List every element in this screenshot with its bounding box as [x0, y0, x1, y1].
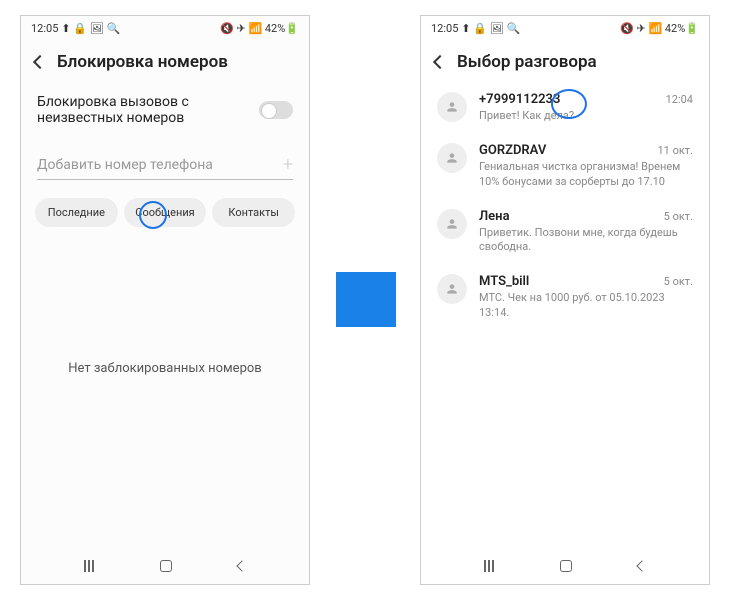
source-chips: Последние Сообщения Контакты	[21, 184, 309, 241]
header: Выбор разговора	[421, 40, 709, 82]
back-icon[interactable]	[33, 55, 47, 69]
conversation-preview: Привет! Как дела?	[479, 109, 693, 123]
status-time: 12:05	[431, 22, 458, 35]
add-number-input[interactable]: Добавить номер телефона +	[37, 154, 293, 180]
nav-recent-icon[interactable]	[484, 560, 494, 572]
conversation-time: 5 окт.	[664, 210, 693, 223]
conversation-preview: Гениальная чистка организма! Вренем 10% …	[479, 160, 693, 189]
conversation-time: 11 окт.	[657, 144, 693, 157]
nav-home-icon[interactable]	[160, 560, 172, 572]
toggle-switch[interactable]	[259, 101, 293, 119]
status-right-icons: 🔇 ✈ 📶 42%🔋	[220, 22, 299, 35]
status-left-icons: ⬆ 🔒 🖼 🔍	[461, 22, 520, 35]
conversation-item[interactable]: MTS_bill 5 окт. МТС. Чек на 1000 руб. от…	[421, 264, 709, 330]
avatar	[437, 143, 467, 173]
plus-icon[interactable]: +	[283, 154, 293, 175]
conversation-name: GORZDRAV	[479, 143, 546, 158]
nav-recent-icon[interactable]	[84, 560, 94, 572]
phone-block-numbers: 12:05 ⬆ 🔒 🖼 🔍 🔇 ✈ 📶 42%🔋 Блокировка номе…	[20, 15, 310, 585]
chip-messages[interactable]: Сообщения	[124, 198, 207, 227]
nav-bar	[21, 548, 309, 584]
conversation-preview: Приветик. Позвони мне, когда будешь своб…	[479, 226, 693, 255]
toggle-unknown-numbers[interactable]: Блокировка вызовов с неизвестных номеров	[21, 82, 309, 138]
nav-home-icon[interactable]	[560, 560, 572, 572]
conversation-time: 5 окт.	[664, 275, 693, 288]
conversation-item[interactable]: GORZDRAV 11 окт. Гениальная чистка орган…	[421, 133, 709, 199]
back-icon[interactable]	[433, 55, 447, 69]
page-title: Блокировка номеров	[57, 52, 228, 72]
phone-select-conversation: 12:05 ⬆ 🔒 🖼 🔍 🔇 ✈ 📶 42%🔋 Выбор разговора…	[420, 15, 710, 585]
status-right-icons: 🔇 ✈ 📶 42%🔋	[620, 22, 699, 35]
conversation-item[interactable]: Лена 5 окт. Приветик. Позвони мне, когда…	[421, 199, 709, 265]
header: Блокировка номеров	[21, 40, 309, 82]
nav-back-icon[interactable]	[236, 560, 247, 571]
status-bar: 12:05 ⬆ 🔒 🖼 🔍 🔇 ✈ 📶 42%🔋	[21, 16, 309, 40]
toggle-label: Блокировка вызовов с неизвестных номеров	[37, 94, 189, 126]
status-left-icons: ⬆ 🔒 🖼 🔍	[61, 22, 120, 35]
chip-contacts[interactable]: Контакты	[212, 198, 295, 227]
status-bar: 12:05 ⬆ 🔒 🖼 🔍 🔇 ✈ 📶 42%🔋	[421, 16, 709, 40]
conversation-name: +7999112233	[479, 92, 560, 107]
input-placeholder: Добавить номер телефона	[37, 157, 283, 173]
empty-state: Нет заблокированных номеров	[21, 361, 309, 376]
avatar	[437, 209, 467, 239]
conversation-name: Лена	[479, 209, 510, 224]
nav-back-icon[interactable]	[636, 560, 647, 571]
nav-bar	[421, 548, 709, 584]
status-time: 12:05	[31, 22, 58, 35]
chip-recent[interactable]: Последние	[35, 198, 118, 227]
page-title: Выбор разговора	[457, 52, 597, 72]
avatar	[437, 92, 467, 122]
conversation-item[interactable]: +7999112233 12:04 Привет! Как дела?	[421, 82, 709, 133]
conversation-preview: МТС. Чек на 1000 руб. от 05.10.2023 13:1…	[479, 291, 693, 320]
arrow-icon	[336, 272, 396, 327]
conversation-name: MTS_bill	[479, 274, 529, 289]
avatar	[437, 274, 467, 304]
conversation-time: 12:04	[666, 93, 693, 106]
